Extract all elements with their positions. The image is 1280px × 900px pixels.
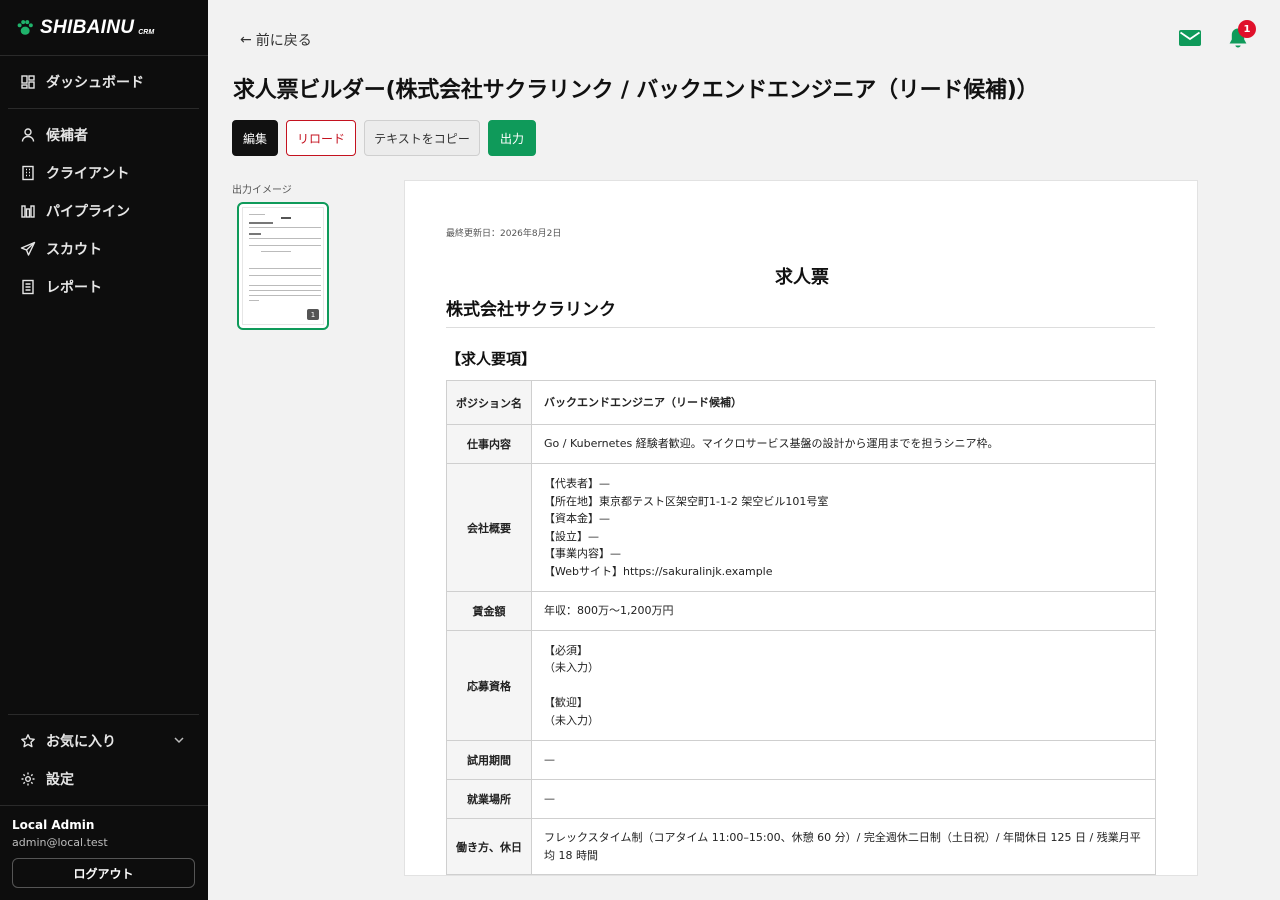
row-value: バックエンドエンジニア（リード候補） bbox=[531, 380, 1156, 425]
job-table: ポジション名 バックエンドエンジニア（リード候補） 仕事内容 Go / Kube… bbox=[446, 380, 1156, 875]
thumbnail-line bbox=[281, 217, 291, 219]
brand-logo[interactable]: SHIBAINU CRM bbox=[16, 16, 154, 40]
copy-text-button[interactable]: テキストをコピー bbox=[364, 120, 480, 156]
sidebar-item-label: 設定 bbox=[46, 772, 74, 788]
row-value: Go / Kubernetes 経験者歓迎。マイクロサービス基盤の設計から運用ま… bbox=[531, 424, 1156, 464]
sidebar: SHIBAINU CRM ダッシュボード 候補者 クライアント パイプライン ス… bbox=[0, 0, 208, 900]
row-label: 応募資格 bbox=[446, 630, 532, 741]
thumbnail-line bbox=[249, 295, 321, 296]
pipeline-icon bbox=[21, 205, 35, 218]
sidebar-item-candidates[interactable]: 候補者 bbox=[20, 124, 88, 146]
logout-button[interactable]: ログアウト bbox=[12, 858, 195, 888]
sidebar-divider bbox=[0, 55, 208, 56]
row-value bbox=[531, 874, 1156, 875]
table-row bbox=[446, 874, 1156, 875]
thumbnail-line bbox=[249, 268, 321, 269]
user-email: admin@local.test bbox=[12, 836, 108, 849]
thumbnail-page: 1 bbox=[242, 207, 324, 325]
thumbnail-line bbox=[249, 300, 259, 301]
document-divider bbox=[446, 327, 1155, 328]
row-value: — bbox=[531, 740, 1156, 780]
company-name: 株式会社サクラリンク bbox=[446, 300, 616, 320]
edit-button[interactable]: 編集 bbox=[232, 120, 278, 156]
row-label bbox=[446, 874, 532, 875]
arrow-left-icon: ← bbox=[240, 32, 252, 48]
document-preview: 最終更新日：2026年8月2日 求人票 株式会社サクラリンク 【求人要項】 ポジ… bbox=[404, 180, 1198, 876]
row-value: 【必須】 （未入力） 【歓迎】 （未入力） bbox=[531, 630, 1156, 741]
thumbnail-line bbox=[249, 233, 261, 235]
thumbnail-line bbox=[249, 238, 321, 239]
sidebar-item-label: クライアント bbox=[46, 166, 130, 182]
table-row: 仕事内容 Go / Kubernetes 経験者歓迎。マイクロサービス基盤の設計… bbox=[446, 424, 1156, 464]
reload-button[interactable]: リロード bbox=[286, 120, 356, 156]
row-label: 仕事内容 bbox=[446, 424, 532, 464]
sidebar-item-label: 候補者 bbox=[46, 128, 88, 144]
user-name: Local Admin bbox=[12, 818, 95, 832]
sidebar-item-pipeline[interactable]: パイプライン bbox=[20, 200, 130, 222]
sidebar-item-dashboard[interactable]: ダッシュボード bbox=[20, 71, 144, 93]
thumbnail-line bbox=[249, 227, 321, 228]
paw-icon bbox=[17, 20, 33, 35]
notification-badge: 1 bbox=[1238, 20, 1256, 38]
page-title: 求人票ビルダー(株式会社サクラリンク / バックエンドエンジニア（リード候補)） bbox=[233, 78, 1039, 103]
brand-sub: CRM bbox=[138, 28, 155, 36]
page-thumbnail[interactable]: 1 bbox=[237, 202, 329, 330]
row-value: 年収：800万〜1,200万円 bbox=[531, 591, 1156, 631]
sidebar-item-favorites[interactable]: お気に入り bbox=[20, 730, 116, 752]
person-icon bbox=[21, 128, 35, 142]
table-row: 就業場所 — bbox=[446, 779, 1156, 819]
sidebar-item-reports[interactable]: レポート bbox=[20, 276, 102, 298]
sidebar-divider bbox=[8, 108, 199, 109]
row-label: 会社概要 bbox=[446, 463, 532, 592]
sidebar-item-label: ダッシュボード bbox=[46, 75, 144, 91]
thumbnail-line bbox=[249, 275, 321, 276]
sidebar-divider bbox=[0, 805, 208, 806]
row-label: ポジション名 bbox=[446, 380, 532, 425]
row-label: 就業場所 bbox=[446, 779, 532, 819]
sidebar-divider bbox=[8, 714, 199, 715]
section-title: 【求人要項】 bbox=[446, 350, 537, 368]
sidebar-item-scout[interactable]: スカウト bbox=[20, 238, 102, 260]
sidebar-item-label: パイプライン bbox=[46, 204, 130, 220]
building-icon bbox=[22, 165, 34, 181]
table-row: 応募資格 【必須】 （未入力） 【歓迎】 （未入力） bbox=[446, 630, 1156, 741]
row-label: 働き方、休日 bbox=[446, 818, 532, 875]
row-label: 試用期間 bbox=[446, 740, 532, 780]
sidebar-item-label: スカウト bbox=[46, 242, 102, 258]
row-label: 賃金額 bbox=[446, 591, 532, 631]
dashboard-icon bbox=[21, 75, 35, 89]
row-value: 【代表者】— 【所在地】東京都テスト区架空町1-1-2 架空ビル101号室 【資… bbox=[531, 463, 1156, 592]
gear-icon bbox=[21, 772, 35, 786]
back-label: 前に戻る bbox=[255, 33, 312, 49]
row-value: — bbox=[531, 779, 1156, 819]
thumbnail-line bbox=[261, 251, 291, 252]
send-icon bbox=[20, 241, 36, 256]
row-value: フレックスタイム制（コアタイム 11:00–15:00、休憩 60 分）/ 完全… bbox=[531, 818, 1156, 875]
last-updated: 最終更新日：2026年8月2日 bbox=[446, 229, 562, 239]
mail-icon[interactable] bbox=[1178, 28, 1202, 48]
back-link[interactable]: ← 前に戻る bbox=[240, 30, 312, 50]
thumbnail-line bbox=[249, 214, 265, 215]
chevron-down-icon[interactable] bbox=[172, 733, 186, 747]
sidebar-item-clients[interactable]: クライアント bbox=[20, 162, 129, 184]
thumbnail-line bbox=[249, 285, 321, 286]
thumbnail-line bbox=[249, 290, 321, 291]
preview-label: 出力イメージ bbox=[232, 185, 292, 196]
sidebar-item-label: お気に入り bbox=[46, 734, 116, 750]
table-row: 会社概要 【代表者】— 【所在地】東京都テスト区架空町1-1-2 架空ビル101… bbox=[446, 463, 1156, 592]
document-heading: 求人票 bbox=[775, 267, 829, 288]
thumbnail-line bbox=[249, 222, 273, 224]
sidebar-item-label: レポート bbox=[46, 280, 102, 296]
table-row: 賃金額 年収：800万〜1,200万円 bbox=[446, 591, 1156, 631]
thumbnail-line bbox=[249, 245, 321, 246]
brand-name: SHIBAINU bbox=[40, 17, 135, 38]
thumbnail-page-number: 1 bbox=[307, 309, 319, 320]
star-icon bbox=[21, 734, 35, 748]
table-row: ポジション名 バックエンドエンジニア（リード候補） bbox=[446, 380, 1156, 425]
report-icon bbox=[22, 279, 34, 295]
sidebar-item-settings[interactable]: 設定 bbox=[20, 768, 74, 790]
table-row: 働き方、休日 フレックスタイム制（コアタイム 11:00–15:00、休憩 60… bbox=[446, 818, 1156, 875]
export-button[interactable]: 出力 bbox=[488, 120, 536, 156]
table-row: 試用期間 — bbox=[446, 740, 1156, 780]
